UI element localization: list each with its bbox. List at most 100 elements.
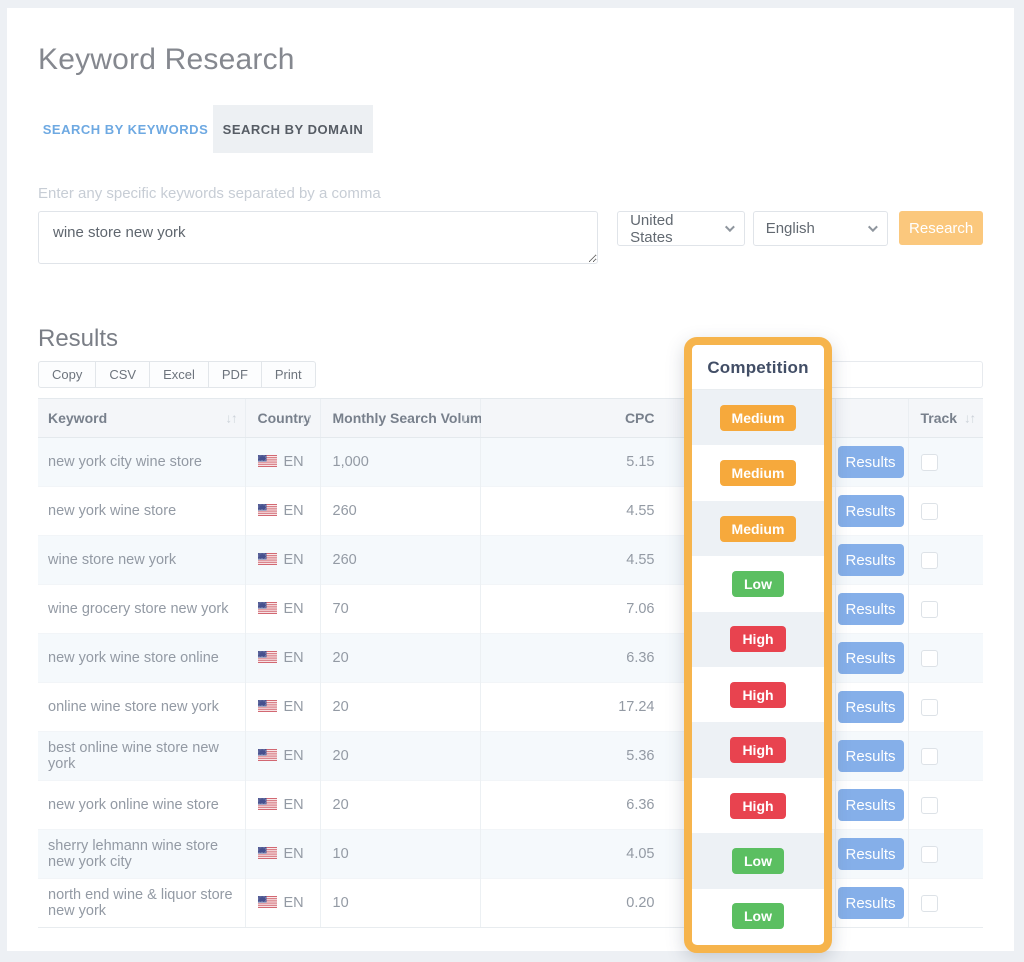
export-button-group: CopyCSVExcelPDFPrint <box>38 361 316 388</box>
research-button[interactable]: Research <box>899 211 983 245</box>
cpc-cell: 4.55 <box>480 487 685 536</box>
column-header-label: CPC <box>625 410 655 426</box>
track-checkbox[interactable] <box>921 748 938 765</box>
export-pdf-button[interactable]: PDF <box>208 361 262 388</box>
track-cell <box>908 830 983 879</box>
volume-cell: 20 <box>320 634 480 683</box>
track-checkbox[interactable] <box>921 846 938 863</box>
results-cell: Results <box>835 536 908 585</box>
cpc-cell: 0.20 <box>480 879 685 928</box>
keyword-cell: new york wine store <box>38 487 245 536</box>
track-cell <box>908 732 983 781</box>
country-code: EN <box>284 699 304 715</box>
volume-cell: 260 <box>320 487 480 536</box>
chevron-down-icon <box>725 222 735 232</box>
column-header-track[interactable]: Track↓↑ <box>908 399 983 438</box>
us-flag-icon <box>258 896 277 908</box>
competition-badge: High <box>730 737 785 763</box>
volume-cell: 260 <box>320 536 480 585</box>
competition-overlay-row: Medium <box>692 390 824 445</box>
export-copy-button[interactable]: Copy <box>38 361 96 388</box>
cpc-cell: 6.36 <box>480 781 685 830</box>
results-button[interactable]: Results <box>838 495 904 527</box>
competition-badge: Low <box>732 903 784 929</box>
cpc-cell: 17.24 <box>480 683 685 732</box>
results-button[interactable]: Results <box>838 691 904 723</box>
results-button[interactable]: Results <box>838 642 904 674</box>
column-header-keyword[interactable]: Keyword ↓↑ <box>38 399 245 438</box>
results-button[interactable]: Results <box>838 838 904 870</box>
column-header-monthly-search-volume[interactable]: Monthly Search Volume↓↑ <box>320 399 480 438</box>
country-cell: EN <box>245 487 320 536</box>
results-button[interactable]: Results <box>838 887 904 919</box>
track-checkbox[interactable] <box>921 601 938 618</box>
results-button[interactable]: Results <box>838 446 904 478</box>
competition-overlay-row: High <box>692 778 824 833</box>
sort-icon: ↓↑ <box>226 411 237 426</box>
tab-search-by-keywords[interactable]: SEARCH BY KEYWORDS <box>38 105 213 153</box>
competition-badge: Medium <box>720 460 797 486</box>
track-checkbox[interactable] <box>921 503 938 520</box>
volume-cell: 10 <box>320 830 480 879</box>
column-header-label: Keyword <box>48 410 107 426</box>
competition-badge: High <box>730 793 785 819</box>
track-checkbox[interactable] <box>921 699 938 716</box>
track-checkbox[interactable] <box>921 552 938 569</box>
sort-icon: ↓↑ <box>461 411 472 426</box>
cpc-cell: 7.06 <box>480 585 685 634</box>
us-flag-icon <box>258 798 277 810</box>
competition-overlay-row: Low <box>692 889 824 944</box>
export-print-button[interactable]: Print <box>261 361 316 388</box>
track-checkbox[interactable] <box>921 454 938 471</box>
keywords-textarea[interactable]: wine store new york <box>38 211 598 264</box>
competition-overlay-row: Low <box>692 556 824 611</box>
competition-badge: Medium <box>720 516 797 542</box>
track-checkbox[interactable] <box>921 895 938 912</box>
competition-badge: Medium <box>720 405 797 431</box>
competition-overlay-row: High <box>692 667 824 722</box>
keyword-cell: wine grocery store new york <box>38 585 245 634</box>
chevron-down-icon <box>868 222 878 232</box>
keyword-cell: online wine store new york <box>38 683 245 732</box>
cpc-cell: 5.36 <box>480 732 685 781</box>
country-cell: EN <box>245 732 320 781</box>
table-row: new york wine storeEN2604.55 Results <box>38 487 983 536</box>
results-cell: Results <box>835 438 908 487</box>
competition-badge: High <box>730 626 785 652</box>
cpc-cell: 5.15 <box>480 438 685 487</box>
tabs: SEARCH BY KEYWORDSSEARCH BY DOMAIN <box>38 105 983 153</box>
track-checkbox[interactable] <box>921 650 938 667</box>
country-code: EN <box>284 797 304 813</box>
results-cell: Results <box>835 732 908 781</box>
competition-overlay-row: Medium <box>692 501 824 556</box>
results-cell: Results <box>835 781 908 830</box>
results-cell: Results <box>835 879 908 928</box>
competition-overlay-title: Competition <box>692 345 824 390</box>
tab-search-by-domain[interactable]: SEARCH BY DOMAIN <box>213 105 373 153</box>
table-row: north end wine & liquor store new yorkEN… <box>38 879 983 928</box>
results-cell: Results <box>835 634 908 683</box>
column-header-country[interactable]: Country↓↑ <box>245 399 320 438</box>
volume-cell: 20 <box>320 683 480 732</box>
track-cell <box>908 879 983 928</box>
competition-highlight-overlay: Competition Medium Medium Medium Low High Hig… <box>684 337 832 953</box>
keyword-cell: new york city wine store <box>38 438 245 487</box>
keywords-label: Enter any specific keywords separated by… <box>38 185 983 205</box>
track-cell <box>908 585 983 634</box>
country-cell: EN <box>245 536 320 585</box>
export-excel-button[interactable]: Excel <box>149 361 209 388</box>
results-button[interactable]: Results <box>838 593 904 625</box>
track-checkbox[interactable] <box>921 797 938 814</box>
language-select[interactable]: English <box>753 211 889 246</box>
country-cell: EN <box>245 585 320 634</box>
country-select[interactable]: United States <box>617 211 745 246</box>
table-row: new york online wine storeEN206.36Result… <box>38 781 983 830</box>
results-button[interactable]: Results <box>838 789 904 821</box>
results-button[interactable]: Results <box>838 740 904 772</box>
export-csv-button[interactable]: CSV <box>95 361 150 388</box>
results-button[interactable]: Results <box>838 544 904 576</box>
us-flag-icon <box>258 504 277 516</box>
us-flag-icon <box>258 700 277 712</box>
cpc-cell: 4.05 <box>480 830 685 879</box>
competition-overlay-row: Low <box>692 833 824 888</box>
